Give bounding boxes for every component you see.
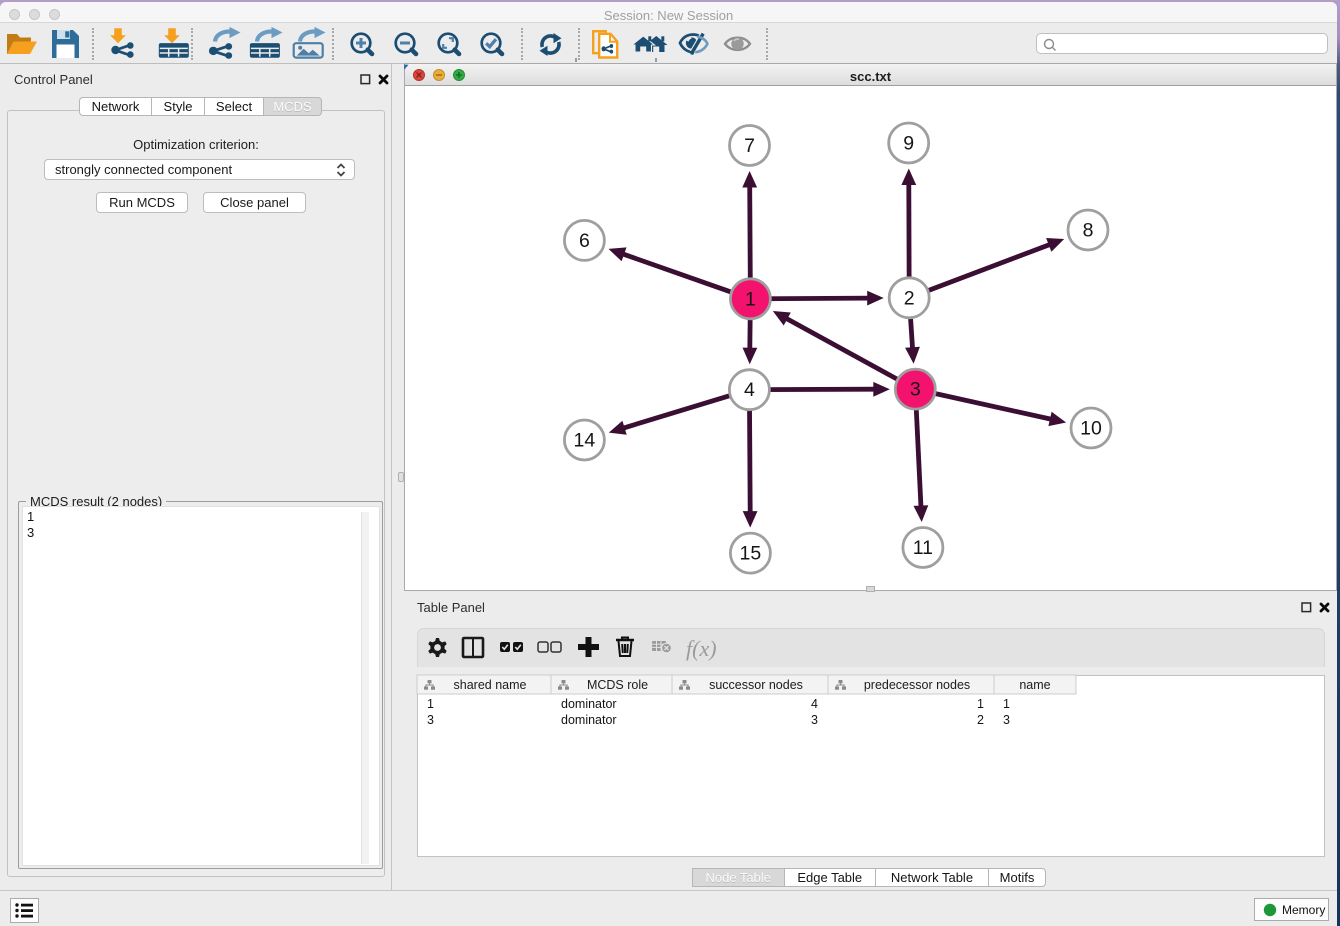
svg-text:2: 2 <box>904 287 915 309</box>
svg-text:4: 4 <box>744 379 755 401</box>
svg-text:9: 9 <box>903 133 914 155</box>
svg-text:7: 7 <box>744 135 755 157</box>
svg-text:15: 15 <box>740 543 762 565</box>
svg-text:8: 8 <box>1083 220 1094 242</box>
svg-text:14: 14 <box>574 430 596 452</box>
svg-text:10: 10 <box>1080 418 1102 440</box>
svg-text:6: 6 <box>579 230 590 252</box>
svg-text:3: 3 <box>910 379 921 401</box>
svg-text:11: 11 <box>913 537 933 559</box>
svg-text:1: 1 <box>745 288 756 310</box>
